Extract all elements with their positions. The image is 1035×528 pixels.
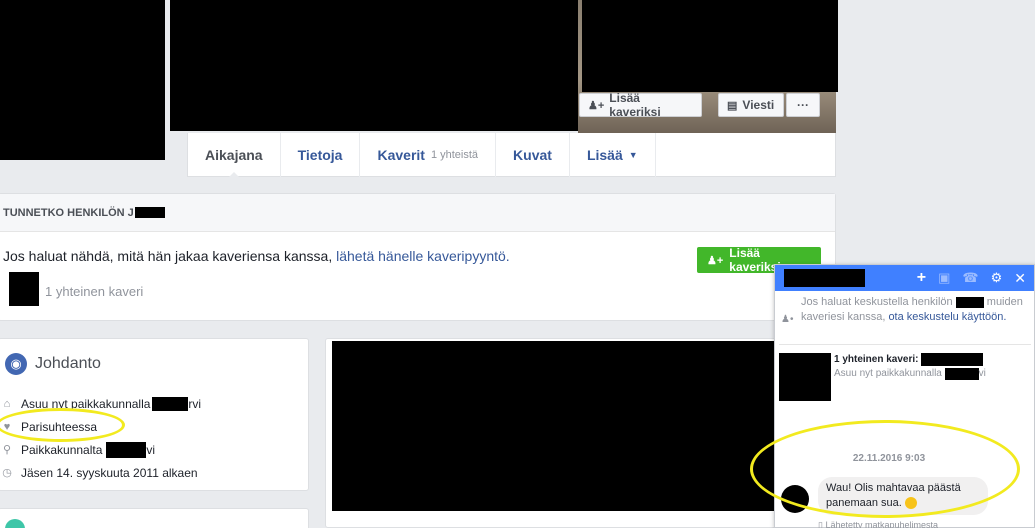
city-redacted	[152, 396, 189, 411]
person-add-icon: ♟•	[781, 314, 794, 325]
highlight-ellipse-message	[750, 420, 1020, 518]
mutual-friend-count[interactable]: 1 yhteinen kaveri	[45, 284, 143, 299]
tab-friends[interactable]: Kaverit 1 yhteistä	[360, 133, 497, 177]
tab-more[interactable]: Lisää ▼	[570, 133, 656, 177]
chat-name-redacted	[784, 269, 865, 287]
globe-icon: ◉	[5, 353, 27, 375]
add-friend-icon: ♟+	[707, 254, 724, 267]
know-person-heading: TUNNETKO HENKILÖN J	[3, 206, 134, 219]
profile-picture-redacted	[0, 0, 165, 160]
photos-card-peek	[0, 508, 309, 528]
intro-row-joined: ◷ Jäsen 14. syyskuuta 2011 alkaen	[2, 465, 198, 480]
chat-sent-from: ▯ Lähetetty matkapuhelimesta	[818, 520, 939, 528]
more-options-button[interactable]: ···	[786, 93, 820, 117]
enable-chat-link[interactable]: ota keskustelu käyttöön.	[888, 311, 1006, 323]
photos-icon	[5, 519, 25, 528]
chat-header[interactable]: + ▣ ☎ ⚙ ✕	[775, 265, 1034, 291]
know-person-card: TUNNETKO HENKILÖN J Jos haluat nähdä, mi…	[0, 193, 836, 321]
profile-nav: Aikajana Tietoja Kaverit 1 yhteistä Kuvat…	[187, 133, 836, 178]
chat-profile-avatar	[779, 353, 831, 401]
mutual-friend-avatar	[9, 272, 39, 306]
highlight-ellipse-relationship	[0, 408, 125, 442]
know-person-heading-row: TUNNETKO HENKILÖN J	[0, 194, 835, 232]
send-friend-request-link[interactable]: lähetä hänelle kaveripyyntö.	[336, 248, 510, 264]
message-icon: ▤	[727, 99, 738, 112]
hometown-redacted	[106, 441, 147, 458]
clock-icon: ◷	[2, 467, 12, 479]
home-icon: ⌂	[3, 397, 11, 410]
pin-icon: ⚲	[2, 444, 12, 456]
add-friend-button[interactable]: ♟+ Lisää kaveriksi	[579, 91, 702, 119]
chat-mutual-name-redacted	[921, 353, 984, 366]
tab-timeline[interactable]: Aikajana	[188, 133, 281, 178]
know-person-text-row: Jos haluat nähdä, mitä hän jakaa kaverie…	[3, 248, 510, 264]
phone-icon[interactable]: ☎	[962, 270, 978, 286]
chat-city-redacted	[944, 367, 979, 380]
intro-header: ◉ Johdanto	[5, 353, 101, 375]
close-icon[interactable]: ✕	[1014, 270, 1026, 287]
gear-icon[interactable]: ⚙	[991, 270, 1003, 286]
mobile-icon: ▯	[818, 520, 823, 528]
cover-redacted-left	[170, 0, 578, 131]
friends-count: 1 yhteistä	[430, 149, 479, 161]
tab-about[interactable]: Tietoja	[281, 133, 361, 177]
tab-photos[interactable]: Kuvat	[496, 133, 570, 177]
chat-notice-name-redacted	[955, 296, 984, 308]
post-card	[325, 338, 780, 528]
chat-notice: ♟• Jos haluat keskustella henkilön muide…	[779, 295, 1031, 345]
intro-title: Johdanto	[35, 355, 101, 372]
chat-profile-info: 1 yhteinen kaveri: Asuu nyt paikkakunnal…	[834, 353, 986, 380]
add-friend-icon: ♟+	[588, 99, 605, 112]
plus-icon[interactable]: +	[917, 269, 926, 287]
chevron-down-icon: ▼	[628, 150, 638, 160]
video-call-icon[interactable]: ▣	[938, 270, 950, 286]
post-media-redacted	[332, 341, 780, 511]
name-redacted	[134, 207, 165, 218]
cover-redacted-right	[582, 0, 838, 92]
intro-row-from: ⚲ Paikkakunnalta vi	[2, 441, 156, 458]
message-button[interactable]: ▤ Viesti	[718, 93, 784, 117]
